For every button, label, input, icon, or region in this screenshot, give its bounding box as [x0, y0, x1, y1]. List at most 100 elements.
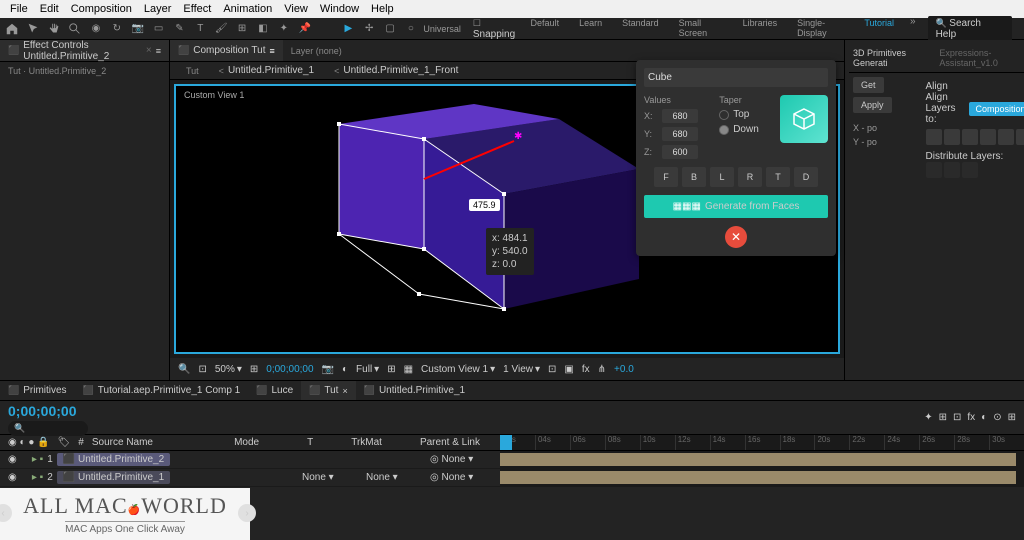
views-count[interactable]: 1 View ▾: [503, 364, 540, 375]
eraser-tool-icon[interactable]: ◧: [255, 20, 272, 38]
orbit-tool-icon[interactable]: ◉: [88, 20, 105, 38]
view-select[interactable]: Custom View 1 ▾: [421, 364, 495, 375]
layer-name[interactable]: ⬛ Untitled.Primitive_2: [57, 453, 170, 466]
tl-tab-prim1[interactable]: ⬛ Untitled.Primitive_1: [356, 381, 473, 400]
menu-animation[interactable]: Animation: [217, 3, 278, 15]
chevron-right-icon[interactable]: ›: [238, 504, 256, 522]
clone-tool-icon[interactable]: ⊞: [234, 20, 251, 38]
menu-view[interactable]: View: [278, 3, 314, 15]
fx-icon[interactable]: fx: [582, 364, 590, 375]
input-y[interactable]: [662, 127, 698, 141]
taper-top[interactable]: Top: [719, 109, 759, 120]
apply-button[interactable]: Apply: [853, 97, 892, 113]
tl-tab-comp1[interactable]: ⬛ Tutorial.aep.Primitive_1 Comp 1: [75, 381, 249, 400]
puppet-tool-icon[interactable]: 📌: [296, 20, 313, 38]
roto-tool-icon[interactable]: ✦: [275, 20, 292, 38]
ws-learn[interactable]: Learn: [575, 16, 606, 42]
chevron-left-icon[interactable]: ‹: [0, 504, 12, 522]
tl-tab-primitives[interactable]: ⬛ Primitives: [0, 381, 75, 400]
effect-controls-tab[interactable]: ⬛ Effect Controls Untitled.Primitive_2 ×…: [0, 40, 169, 61]
menu-effect[interactable]: Effect: [177, 3, 217, 15]
share-icon[interactable]: ⋔: [598, 364, 606, 375]
snapping-label[interactable]: Snapping: [473, 29, 515, 40]
btn-l[interactable]: L: [710, 167, 734, 187]
tl-ctrl-icon[interactable]: ⊞: [939, 412, 947, 423]
btn-t[interactable]: T: [766, 167, 790, 187]
guides-icon[interactable]: ▦: [404, 364, 413, 375]
btn-f[interactable]: F: [654, 167, 678, 187]
generate-button[interactable]: ▦▦▦ Generate from Faces: [644, 195, 828, 218]
tl-tab-tut[interactable]: ⬛ Tut ×: [301, 381, 356, 400]
ws-single[interactable]: Single-Display: [793, 16, 848, 42]
close-icon[interactable]: ×: [146, 45, 152, 56]
pen-tool-icon[interactable]: ✎: [171, 20, 188, 38]
btn-r[interactable]: R: [738, 167, 762, 187]
snapshot-icon[interactable]: 📷: [322, 364, 334, 375]
select-tool-icon[interactable]: [25, 20, 42, 38]
timeline-ruler[interactable]: 02s 04s 06s 08s 10s 12s 14s 16s 18s 20s …: [500, 435, 1024, 450]
align-right-icon[interactable]: [962, 129, 978, 145]
close-popup-button[interactable]: ✕: [725, 226, 747, 248]
search-help[interactable]: 🔍 Search Help: [928, 16, 1012, 42]
grid-icon[interactable]: ⊞: [387, 364, 395, 375]
subtab-prim1[interactable]: < Untitled.Primitive_1: [211, 63, 322, 78]
menu-window[interactable]: Window: [314, 3, 365, 15]
text-tool-icon[interactable]: T: [192, 20, 209, 38]
res-toggle-icon[interactable]: ⊞: [250, 364, 258, 375]
align-vcenter-icon[interactable]: [998, 129, 1014, 145]
circle-icon[interactable]: ○: [403, 20, 420, 38]
align-top-icon[interactable]: [980, 129, 996, 145]
exposure[interactable]: +0.0: [614, 364, 634, 375]
time-display[interactable]: 0;00;00;00: [266, 364, 313, 375]
fit-icon[interactable]: ⊡: [198, 364, 206, 375]
hand-tool-icon[interactable]: [46, 20, 63, 38]
table-row[interactable]: ◉ ▸ ▪ 2 ⬛ Untitled.Primitive_1 None ▾ No…: [0, 469, 1024, 487]
zoom-value[interactable]: 50% ▾: [215, 364, 242, 375]
zoom-tool-icon[interactable]: [67, 20, 84, 38]
tab-expressions[interactable]: Expressions-Assistant_v1.0: [935, 44, 1024, 72]
pan-tool-icon[interactable]: ▭: [150, 20, 167, 38]
move-icon[interactable]: ▶: [340, 20, 357, 38]
tl-ctrl-icon[interactable]: ⊙: [993, 412, 1001, 423]
rect-icon[interactable]: ▢: [382, 20, 399, 38]
get-button[interactable]: Get: [853, 77, 884, 93]
ws-small[interactable]: Small Screen: [675, 16, 727, 42]
btn-d[interactable]: D: [794, 167, 818, 187]
subtab-front[interactable]: < Untitled.Primitive_1_Front: [326, 63, 466, 78]
input-z[interactable]: [662, 145, 698, 159]
alpha-icon[interactable]: ◐: [342, 364, 348, 375]
tl-ctrl-icon[interactable]: fx: [967, 412, 975, 423]
mask-icon[interactable]: ▣: [564, 364, 573, 375]
menu-composition[interactable]: Composition: [65, 3, 138, 15]
menu-file[interactable]: File: [4, 3, 34, 15]
align-target[interactable]: Composition: [969, 102, 1024, 116]
resolution[interactable]: Full ▾: [356, 364, 379, 375]
layer-name[interactable]: ⬛ Untitled.Primitive_1: [57, 471, 170, 484]
table-row[interactable]: ◉ ▸ ▪ 1 ⬛ Untitled.Primitive_2 ◎ None ▾: [0, 451, 1024, 469]
camera-tool-icon[interactable]: 📷: [129, 20, 146, 38]
tl-ctrl-icon[interactable]: ✦: [924, 412, 932, 423]
ws-tutorial[interactable]: Tutorial: [860, 16, 898, 42]
timeline-search[interactable]: 🔍: [8, 421, 88, 436]
menu-edit[interactable]: Edit: [34, 3, 65, 15]
tl-tab-luce[interactable]: ⬛ Luce: [248, 381, 301, 400]
align-left-icon[interactable]: [926, 129, 942, 145]
tl-ctrl-icon[interactable]: ◐: [981, 412, 987, 423]
tl-ctrl-icon[interactable]: ⊡: [953, 412, 961, 423]
ws-standard[interactable]: Standard: [618, 16, 663, 42]
tab-3d-primitives[interactable]: 3D Primitives Generati: [849, 44, 935, 72]
input-x[interactable]: [662, 109, 698, 123]
align-hcenter-icon[interactable]: [944, 129, 960, 145]
rotate-tool-icon[interactable]: ↻: [108, 20, 125, 38]
align-bottom-icon[interactable]: [1016, 129, 1024, 145]
3d-icon[interactable]: ⊡: [548, 364, 556, 375]
ws-libraries[interactable]: Libraries: [739, 16, 782, 42]
anchor-icon[interactable]: ✢: [361, 20, 378, 38]
layer-tab[interactable]: Layer (none): [283, 40, 350, 61]
taper-down[interactable]: Down: [719, 124, 759, 135]
ws-default[interactable]: Default: [527, 16, 564, 42]
tl-ctrl-icon[interactable]: ⊞: [1008, 412, 1016, 423]
brush-tool-icon[interactable]: 🖌: [213, 20, 230, 38]
home-icon[interactable]: [4, 20, 21, 38]
composition-tab[interactable]: ⬛ Composition Tut ≡: [170, 40, 283, 61]
